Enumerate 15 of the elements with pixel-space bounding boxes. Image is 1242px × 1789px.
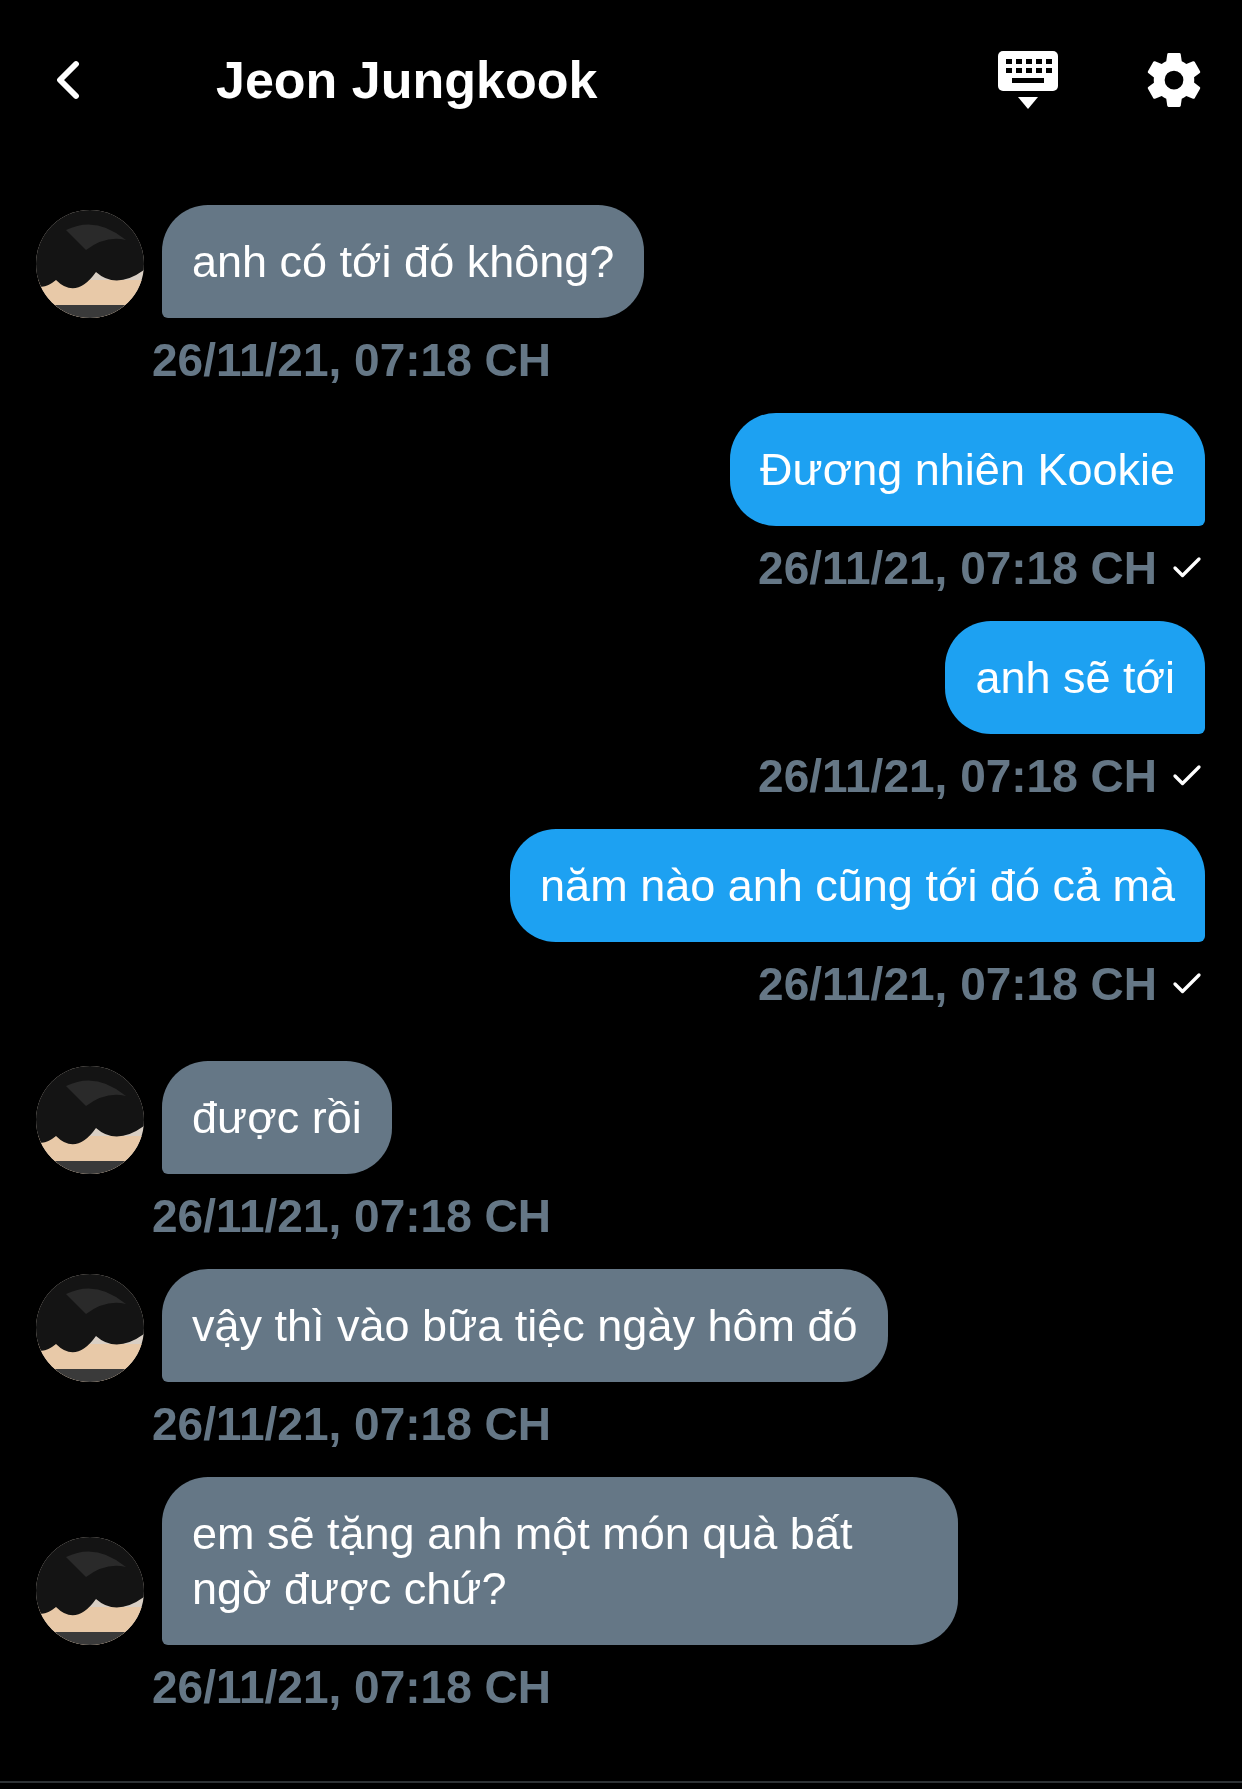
message-bubble: anh sẽ tới <box>945 621 1205 734</box>
contact-name: Jeon Jungkook <box>216 50 599 111</box>
timestamp: 26/11/21, 07:18 CH <box>758 751 1157 801</box>
message-bubble: anh có tới đó không? <box>162 205 645 318</box>
message-bubble: được rồi <box>162 1061 392 1174</box>
timestamp: 26/11/21, 07:18 CH <box>152 1399 551 1449</box>
timestamp: 26/11/21, 07:18 CH <box>152 335 551 385</box>
timestamp: 26/11/21, 07:18 CH <box>152 1191 551 1241</box>
timestamp: 26/11/21, 07:18 CH <box>758 543 1157 593</box>
message-bubble: năm nào anh cũng tới đó cả mà <box>510 829 1205 942</box>
message-bubble: vậy thì vào bữa tiệc ngày hôm đó <box>162 1269 888 1382</box>
message-bubble: em sẽ tặng anh một món quà bất ngờ được chứ? <box>162 1477 958 1645</box>
timestamp: 26/11/21, 07:18 CH <box>152 1662 551 1712</box>
timestamp: 26/11/21, 07:18 CH <box>758 959 1157 1009</box>
message-bubble: Đương nhiên Kookie <box>730 413 1205 526</box>
